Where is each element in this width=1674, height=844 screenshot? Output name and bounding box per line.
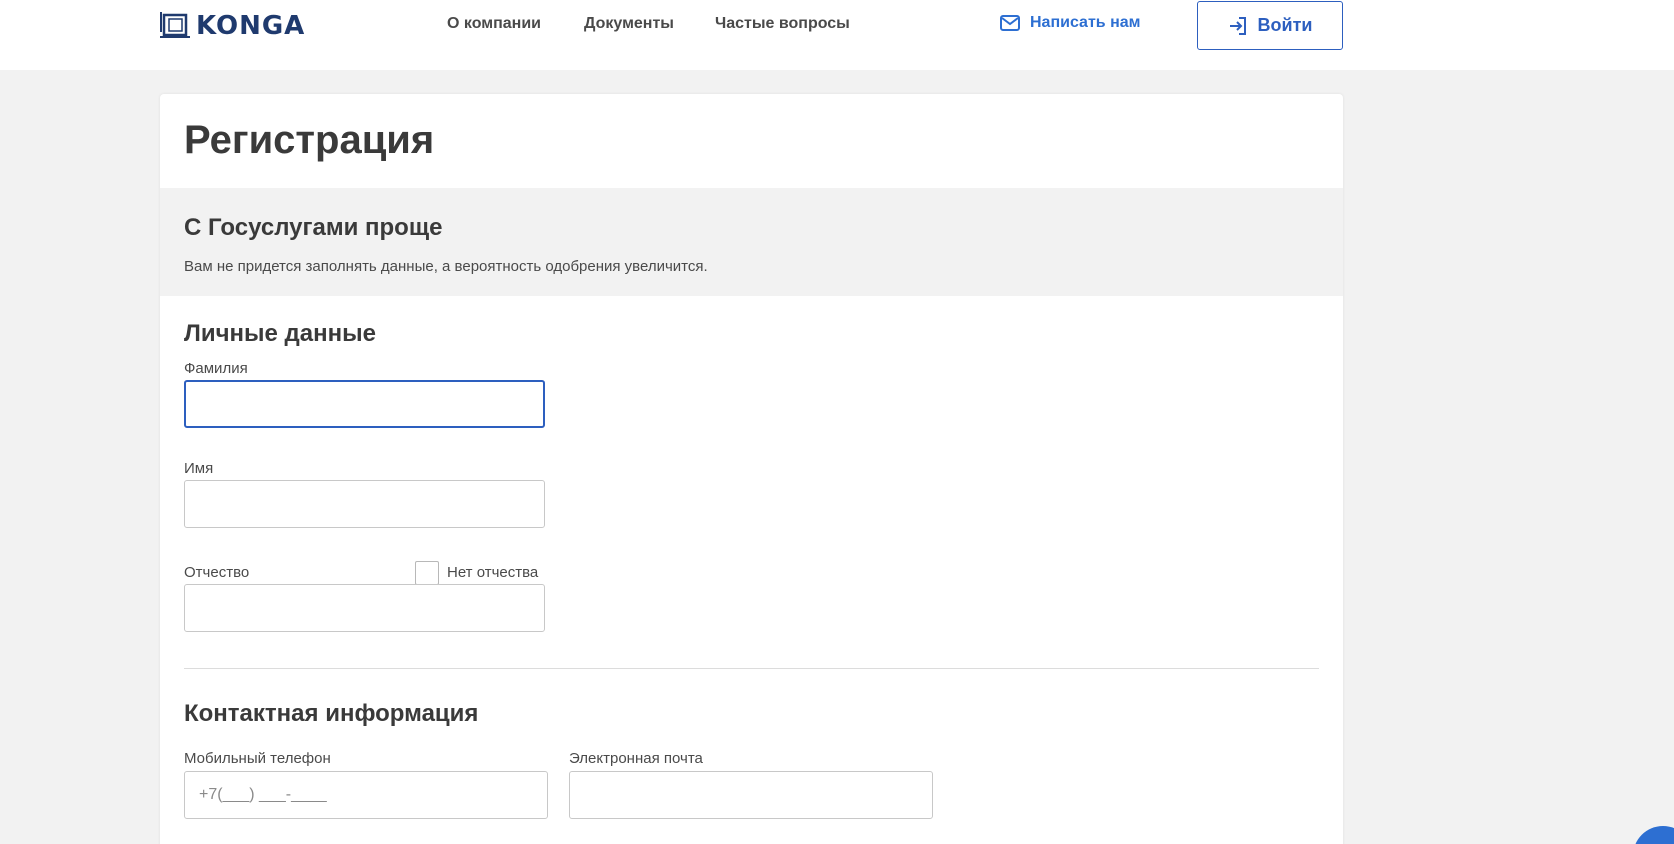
login-icon xyxy=(1229,16,1246,35)
page-title: Регистрация xyxy=(184,118,435,162)
section-divider xyxy=(184,668,1319,669)
surname-label: Фамилия xyxy=(184,360,248,377)
gosuslugi-text: Вам не придется заполнять данные, а веро… xyxy=(184,258,708,275)
nav-link-faq[interactable]: Частые вопросы xyxy=(715,15,850,33)
no-patronymic-checkbox[interactable] xyxy=(415,561,439,585)
patronymic-label: Отчество xyxy=(184,564,250,581)
no-patronymic-label[interactable]: Нет отчества xyxy=(447,564,538,581)
gosuslugi-title: С Госуслугами проще xyxy=(184,214,443,241)
name-input[interactable] xyxy=(184,480,545,528)
nav-link-about[interactable]: О компании xyxy=(447,15,541,33)
registration-card: Регистрация С Госуслугами проще Вам не п… xyxy=(160,94,1343,844)
personal-data-title: Личные данные xyxy=(184,320,376,347)
nav-link-documents[interactable]: Документы xyxy=(584,15,674,33)
phone-input[interactable] xyxy=(184,771,548,819)
logo-text: KONGA xyxy=(196,11,306,41)
surname-input[interactable] xyxy=(184,380,545,428)
name-label: Имя xyxy=(184,460,214,477)
email-input[interactable] xyxy=(569,771,933,819)
login-button[interactable]: Войти xyxy=(1197,1,1343,50)
contact-info-title: Контактная информация xyxy=(184,700,479,727)
logo-icon xyxy=(160,12,190,38)
write-us-label: Написать нам xyxy=(1030,14,1141,31)
mail-icon xyxy=(1000,15,1020,31)
patronymic-input[interactable] xyxy=(184,584,545,632)
phone-label: Мобильный телефон xyxy=(184,750,331,767)
gosuslugi-block[interactable] xyxy=(160,188,1343,296)
login-label: Войти xyxy=(1257,15,1313,35)
site-header: KONGA О компании Документы Частые вопрос… xyxy=(0,0,1674,70)
chat-help-button[interactable] xyxy=(1633,826,1674,844)
write-us-link[interactable]: Написать нам xyxy=(1000,14,1140,32)
logo[interactable]: KONGA xyxy=(160,10,305,42)
email-label: Электронная почта xyxy=(569,750,703,767)
